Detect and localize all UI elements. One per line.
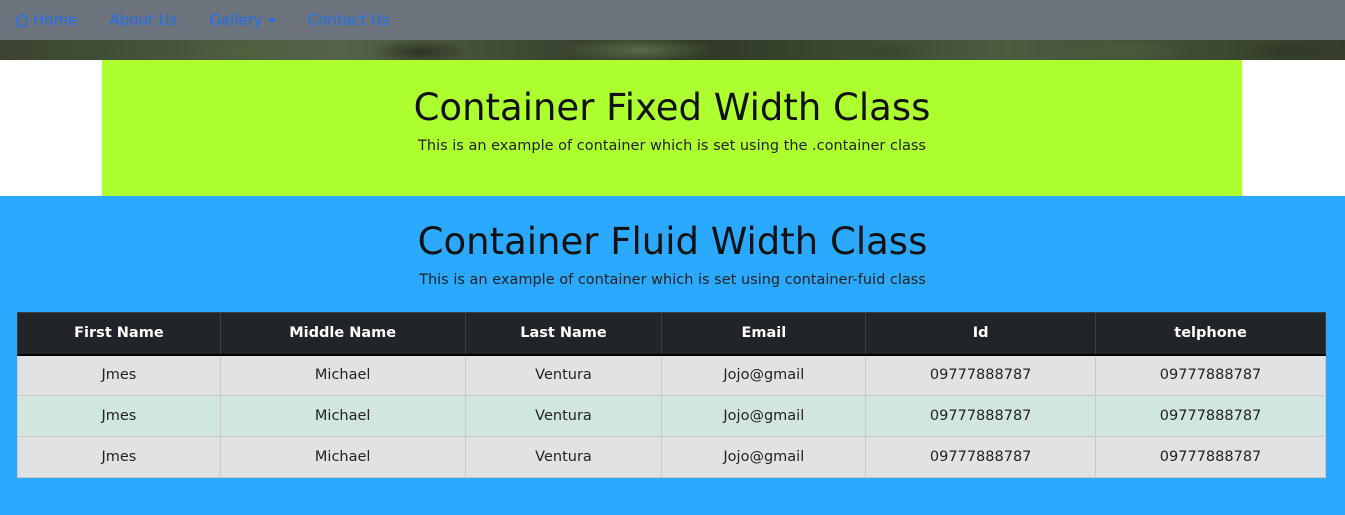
table-header-row: First Name Middle Name Last Name Email I…: [17, 312, 1326, 356]
fluid-width-container: Container Fluid Width Class This is an e…: [0, 196, 1345, 515]
fixed-width-container: Container Fixed Width Class This is an e…: [102, 60, 1242, 196]
cell-first-name: Jmes: [17, 395, 221, 437]
column-header-id: Id: [865, 312, 1097, 356]
table-row: Jmes Michael Ventura Jojo@gmail 09777888…: [17, 436, 1326, 478]
column-header-email: Email: [661, 312, 867, 356]
people-table: First Name Middle Name Last Name Email I…: [17, 312, 1326, 478]
cell-last-name: Ventura: [464, 395, 663, 437]
house-icon: [15, 13, 29, 27]
fixed-container-title: Container Fixed Width Class: [413, 86, 931, 129]
table-row: Jmes Michael Ventura Jojo@gmail 09777888…: [17, 354, 1326, 396]
nav-home-link[interactable]: Home: [14, 11, 77, 29]
cell-middle-name: Michael: [219, 436, 466, 478]
fixed-container-subtitle: This is an example of container which is…: [418, 138, 926, 154]
cell-email: Jojo@gmail: [661, 354, 867, 396]
cell-telephone: 09777888787: [1095, 354, 1326, 396]
nav-home-label: Home: [33, 11, 78, 29]
cell-telephone: 09777888787: [1095, 436, 1326, 478]
cell-first-name: Jmes: [17, 354, 221, 396]
nav-about-label: About Us: [109, 11, 178, 29]
cell-email: Jojo@gmail: [661, 436, 867, 478]
column-header-last-name: Last Name: [464, 312, 663, 356]
column-header-telephone: telphone: [1095, 312, 1326, 356]
nav-contact-link[interactable]: Contact Us: [308, 11, 390, 29]
column-header-middle-name: Middle Name: [219, 312, 466, 356]
cell-middle-name: Michael: [219, 395, 466, 437]
cell-telephone: 09777888787: [1095, 395, 1326, 437]
cell-id: 09777888787: [865, 436, 1097, 478]
column-header-first-name: First Name: [17, 312, 221, 356]
cell-id: 09777888787: [865, 395, 1097, 437]
nav-contact-label: Contact Us: [307, 11, 390, 29]
fluid-container-subtitle: This is an example of container which is…: [419, 272, 926, 288]
cell-first-name: Jmes: [17, 436, 221, 478]
nav-gallery-label: Gallery: [209, 11, 263, 29]
table-row: Jmes Michael Ventura Jojo@gmail 09777888…: [17, 395, 1326, 437]
cell-last-name: Ventura: [464, 354, 663, 396]
cell-id: 09777888787: [865, 354, 1097, 396]
fluid-container-title: Container Fluid Width Class: [417, 220, 928, 263]
cell-middle-name: Michael: [219, 354, 466, 396]
nav-gallery-dropdown[interactable]: Gallery: [209, 11, 276, 29]
nav-about-link[interactable]: About Us: [109, 11, 177, 29]
navbar: Home About Us Gallery Contact Us: [0, 0, 1345, 40]
cell-last-name: Ventura: [464, 436, 663, 478]
cell-email: Jojo@gmail: [661, 395, 867, 437]
caret-down-icon: [267, 17, 276, 23]
